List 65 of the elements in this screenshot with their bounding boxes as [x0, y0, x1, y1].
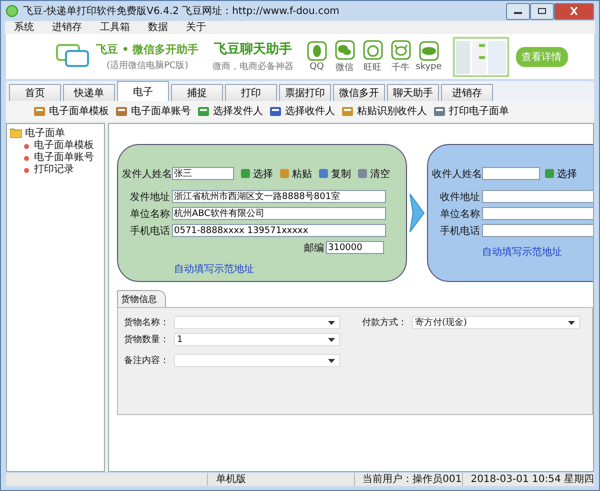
toolbar-button[interactable]: 选择发件人 [197, 104, 263, 118]
field-label: 备注内容： [124, 354, 170, 367]
tab[interactable]: 捕捉 [171, 84, 223, 101]
app-label: 微信 [336, 62, 354, 74]
window-title: 飞豆-快递单打印软件免费版V6.4.2 飞豆网址：http://www.f-dou.com [23, 4, 340, 18]
auto-fill-link[interactable]: 自动填写示范地址 [174, 262, 254, 276]
status-text: 单机版 [208, 473, 355, 486]
field-label: 发件地址 [129, 190, 170, 204]
product-note: (适用微信电脑PC版) [106, 60, 188, 72]
combo-box[interactable]: 寄方付(现金) [412, 316, 580, 329]
field-label: 收件人姓名 [432, 168, 480, 180]
app-label: 千牛 [392, 62, 410, 74]
app-label: 旺旺 [364, 62, 382, 74]
field-label: 手机电话 [129, 224, 170, 238]
field-label: 货物数量： [124, 334, 170, 346]
headline: 飞豆聊天助手 [214, 40, 292, 58]
input-field[interactable]: 杭州ABC软件有限公司 [172, 207, 386, 220]
tab[interactable]: 进销存 [441, 84, 493, 101]
field-label: 收件地址 [439, 190, 480, 204]
action-button[interactable]: 清空 [357, 166, 394, 180]
tab[interactable]: 电子 [117, 81, 169, 101]
action-button[interactable]: 选择 [240, 166, 277, 180]
menu-item[interactable]: 数据 [139, 21, 177, 34]
toolbar-button[interactable]: 电子面单模板 [33, 104, 109, 118]
app-label: QQ [310, 62, 324, 72]
tab[interactable]: 快递单 [63, 84, 115, 101]
tree-item[interactable]: 电子面单账号 [10, 152, 101, 164]
action-button[interactable]: 选择 [544, 166, 581, 180]
menu-item[interactable]: 进销存 [43, 21, 91, 34]
tab[interactable]: 票据打印 [279, 84, 331, 101]
auto-fill-link[interactable]: 自动填写示范地址 [482, 245, 562, 259]
action-button[interactable]: 粘贴 [279, 166, 316, 180]
menu-item[interactable]: 系统 [5, 21, 43, 34]
action-button[interactable]: 复制 [318, 166, 355, 180]
app-label: skype [416, 62, 442, 72]
tree-item[interactable]: 电子面单 [10, 126, 101, 140]
menu-item[interactable]: 关于 [177, 21, 215, 34]
tree-item[interactable]: 打印记录 [10, 164, 101, 176]
input-field[interactable]: 0571-8888xxxx 139571xxxxx [172, 224, 386, 237]
toolbar-button[interactable]: 选择收件人 [269, 104, 335, 118]
tree-item[interactable]: 电子面单模板 [10, 140, 101, 152]
product-name: 飞豆 • 微信多开助手 [96, 42, 199, 56]
field-label: 货物名称： [124, 316, 170, 329]
menu-item[interactable]: 工具箱 [91, 21, 139, 34]
tab[interactable]: 聊天助手 [387, 84, 439, 101]
input-field[interactable]: 张三 [172, 167, 234, 180]
toolbar-button[interactable]: 打印电子面单 [433, 104, 509, 118]
field-label: 单位名称 [439, 208, 480, 220]
field-label: 付款方式： [362, 316, 408, 329]
combo-box[interactable]: 1 [174, 333, 340, 346]
tab[interactable]: 首页 [9, 84, 61, 101]
toolbar-button[interactable]: 电子面单账号 [115, 104, 191, 118]
tab[interactable]: 打印 [225, 84, 277, 101]
field-label: 发件人姓名 [122, 168, 170, 180]
field-label: 邮编 [304, 242, 324, 254]
input-field[interactable]: 310000 [326, 241, 384, 254]
tab[interactable]: 货物信息 [117, 290, 166, 307]
toolbar-button[interactable]: 粘贴识别收件人 [341, 104, 427, 118]
field-label: 单位名称 [129, 208, 170, 220]
tab[interactable]: 微信多开 [333, 84, 385, 101]
status-text: 2018-03-01 10:54 星期四 [470, 473, 594, 486]
slogan: 微商，电商必备神器 [212, 60, 294, 73]
field-label: 手机电话 [439, 224, 480, 238]
status-text: 当前用户：操作员001 [354, 473, 463, 486]
input-field[interactable]: 浙江省杭州市西湖区文一路8888号801室 [172, 190, 386, 203]
